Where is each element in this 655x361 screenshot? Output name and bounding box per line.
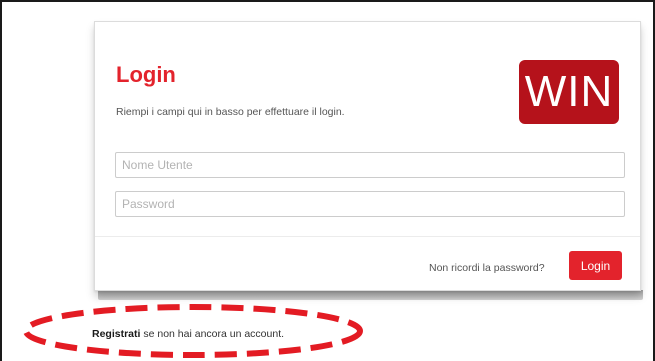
login-card: Login Riempi i campi qui in basso per ef…	[94, 21, 641, 291]
password-input[interactable]	[115, 191, 625, 217]
register-text: se non hai ancora un account.	[140, 328, 285, 340]
register-link[interactable]: Registrati	[92, 328, 140, 340]
login-title: Login	[116, 62, 176, 87]
register-line: Registrati se non hai ancora un account.	[92, 328, 284, 340]
win-logo: WIN	[519, 60, 619, 124]
login-subtitle: Riempi i campi qui in basso per effettua…	[116, 106, 345, 118]
username-input[interactable]	[115, 152, 625, 178]
login-button[interactable]: Login	[569, 251, 622, 280]
card-divider	[95, 236, 640, 237]
card-shadow	[98, 290, 643, 300]
forgot-password-link[interactable]: Non ricordi la password?	[429, 262, 545, 274]
